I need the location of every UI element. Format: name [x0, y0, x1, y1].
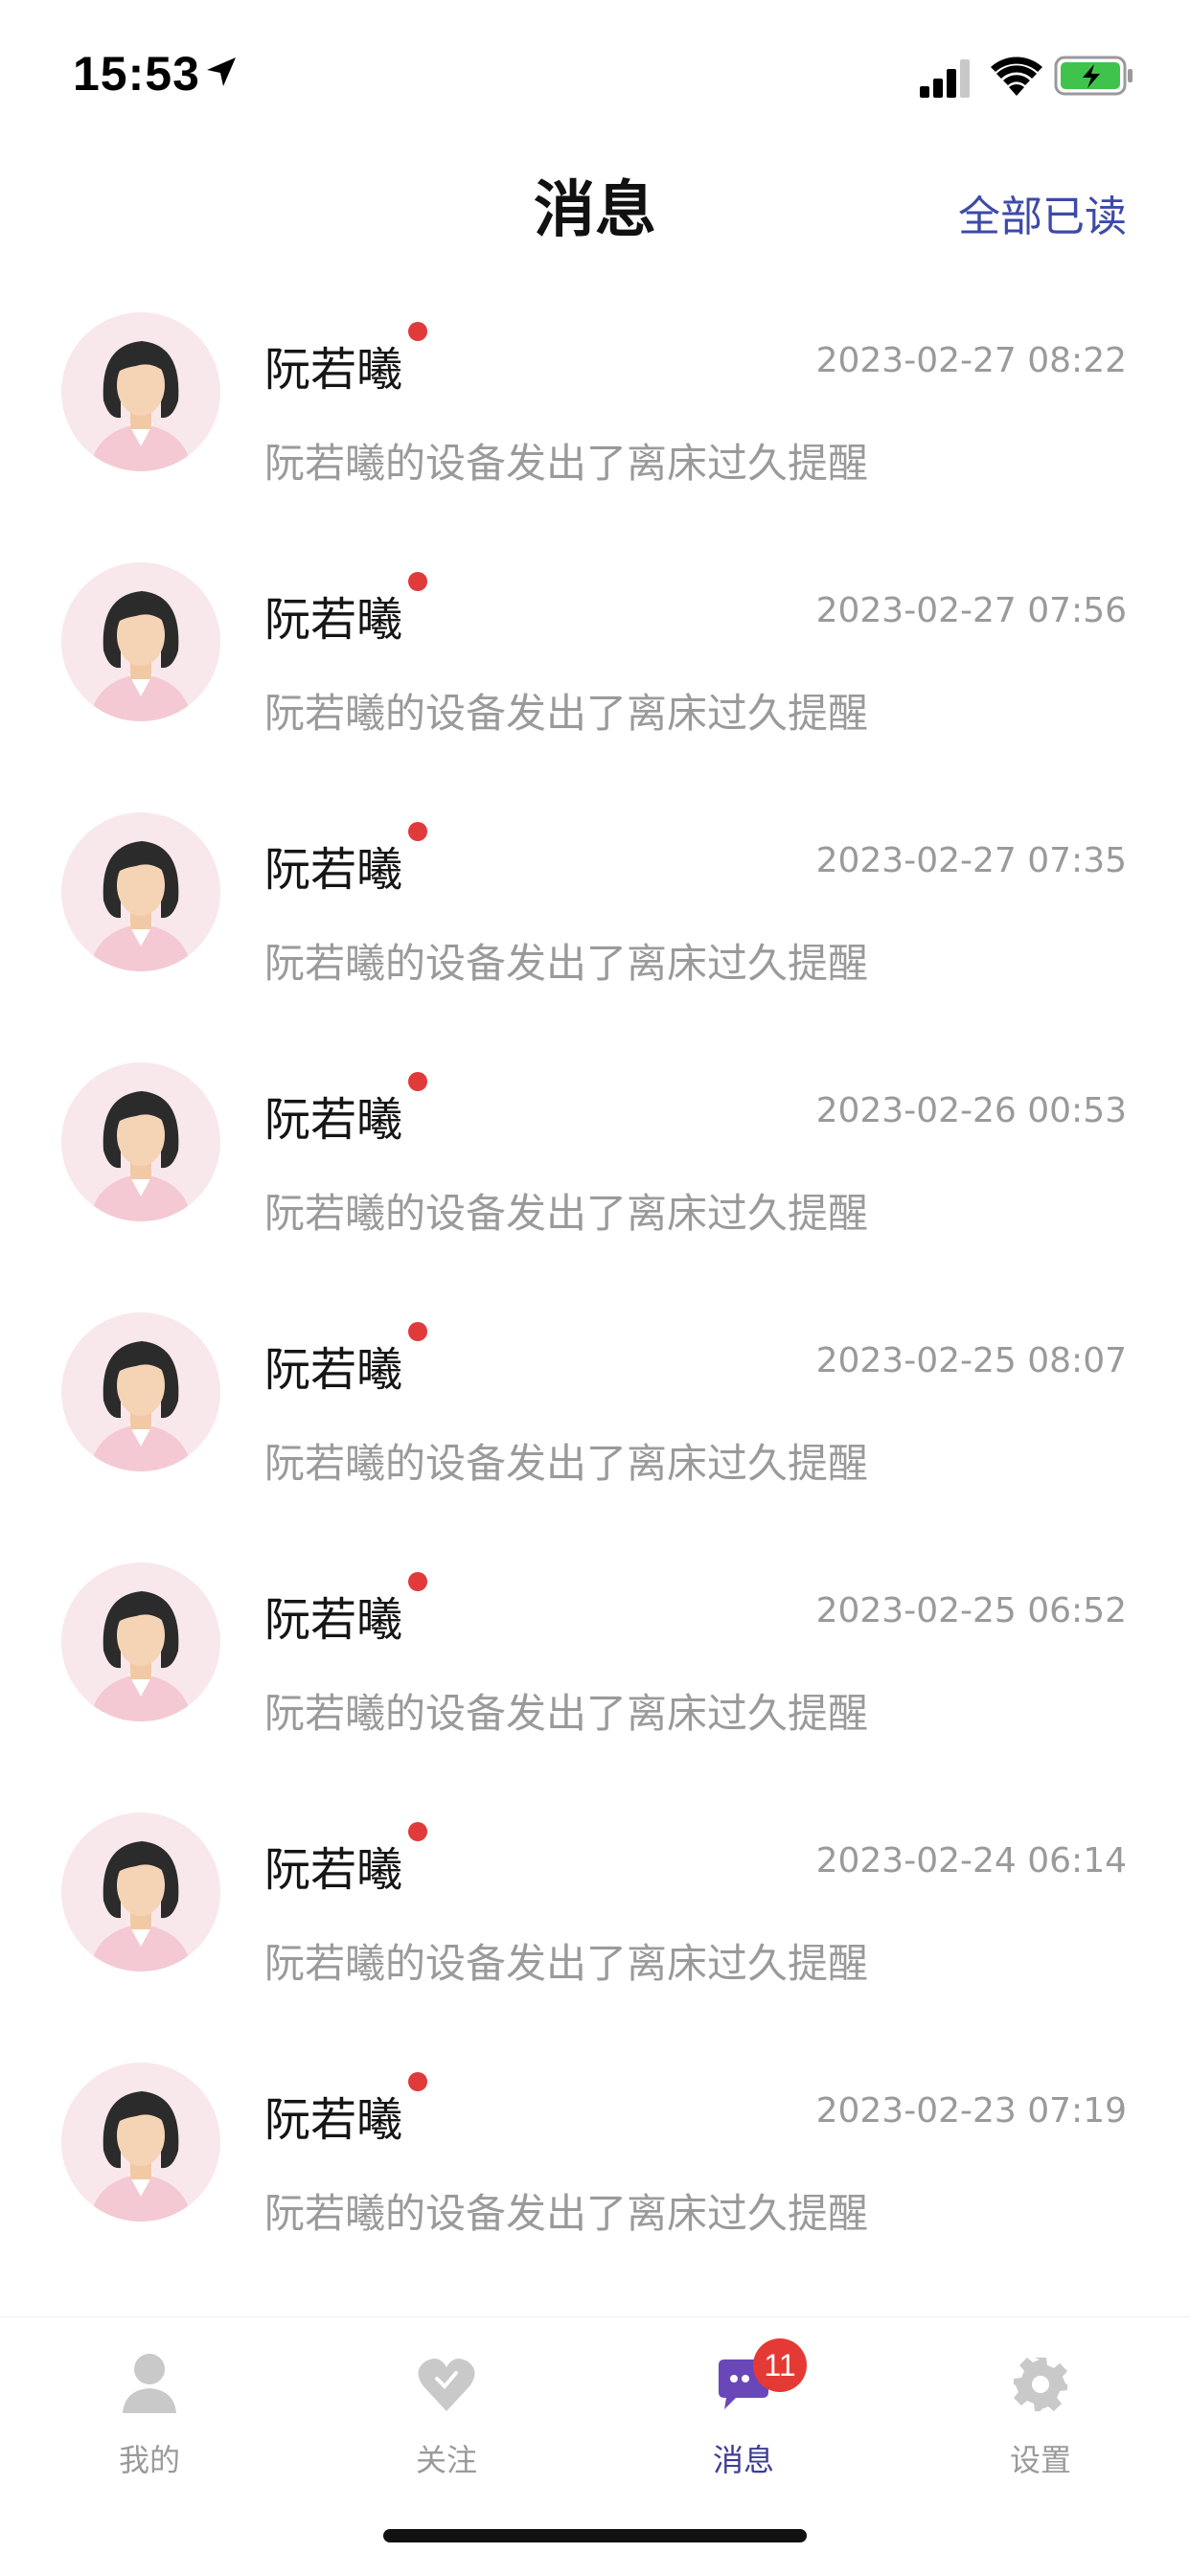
unread-dot: [408, 1322, 427, 1341]
message-preview: 阮若曦的设备发出了离床过久提醒: [264, 440, 869, 487]
message-item[interactable]: 阮若曦 2023-02-24 06:14 阮若曦的设备发出了离床过久提醒: [0, 1788, 1190, 2038]
message-preview: 阮若曦的设备发出了离床过久提醒: [264, 690, 869, 737]
message-timestamp: 2023-02-27 07:56: [815, 591, 1127, 630]
home-indicator: [383, 2529, 807, 2542]
battery-charging-icon: [1054, 56, 1134, 100]
message-timestamp: 2023-02-23 07:19: [815, 2091, 1127, 2131]
tab-label: 关注: [415, 2442, 477, 2478]
avatar: [61, 312, 220, 471]
avatar: [61, 562, 220, 721]
message-sender-name: 阮若曦: [264, 343, 403, 397]
message-preview: 阮若曦的设备发出了离床过久提醒: [264, 1190, 869, 1237]
unread-dot: [408, 1072, 427, 1091]
message-list[interactable]: 阮若曦 2023-02-27 08:22 阮若曦的设备发出了离床过久提醒 阮若曦: [0, 287, 1190, 2318]
message-item[interactable]: 阮若曦 2023-02-27 08:22 阮若曦的设备发出了离床过久提醒: [0, 287, 1190, 537]
unread-dot: [408, 572, 427, 591]
message-item[interactable]: 阮若曦 2023-02-25 06:52 阮若曦的设备发出了离床过久提醒: [0, 1538, 1190, 1788]
avatar: [61, 1062, 220, 1221]
unread-dot: [408, 1572, 427, 1591]
message-preview: 阮若曦的设备发出了离床过久提醒: [264, 2190, 869, 2237]
tab-label: 设置: [1009, 2442, 1071, 2478]
tab-label: 我的: [118, 2442, 180, 2478]
avatar: [61, 1812, 220, 1972]
message-item[interactable]: 阮若曦 2023-02-27 07:56 阮若曦的设备发出了离床过久提醒: [0, 537, 1190, 787]
message-preview: 阮若曦的设备发出了离床过久提醒: [264, 1690, 869, 1737]
message-sender-name: 阮若曦: [264, 1343, 403, 1397]
cellular-signal-icon: [920, 59, 973, 102]
tab-follow[interactable]: 关注: [351, 2350, 542, 2480]
status-time: 15:53: [73, 47, 200, 101]
message-item[interactable]: 阮若曦 2023-02-27 07:35 阮若曦的设备发出了离床过久提醒: [0, 787, 1190, 1037]
tab-label: 消息: [712, 2442, 774, 2478]
message-item[interactable]: 阮若曦 2023-02-23 07:19 阮若曦的设备发出了离床过久提醒: [0, 2038, 1190, 2288]
message-timestamp: 2023-02-27 07:35: [815, 841, 1127, 880]
chat-bubble-icon: [648, 2350, 839, 2419]
unread-dot: [408, 1822, 427, 1841]
mark-all-read-button[interactable]: 全部已读: [958, 182, 1127, 243]
unread-dot: [408, 2072, 427, 2091]
message-sender-name: 阮若曦: [264, 1593, 403, 1647]
location-arrow-icon: [205, 56, 238, 92]
gear-icon: [945, 2350, 1136, 2419]
tab-messages[interactable]: 11 消息: [648, 2338, 839, 2480]
unread-count-badge: 11: [753, 2338, 807, 2392]
avatar: [61, 1562, 220, 1721]
message-preview: 阮若曦的设备发出了离床过久提醒: [264, 940, 869, 987]
message-timestamp: 2023-02-24 06:14: [815, 1841, 1127, 1881]
avatar: [61, 812, 220, 971]
status-bar: 15:53: [0, 0, 1190, 144]
page-header: 消息 全部已读: [0, 144, 1190, 268]
message-item[interactable]: 阮若曦 2023-02-25 08:07 阮若曦的设备发出了离床过久提醒: [0, 1288, 1190, 1538]
message-sender-name: 阮若曦: [264, 593, 403, 647]
message-sender-name: 阮若曦: [264, 2093, 403, 2147]
unread-dot: [408, 322, 427, 341]
message-sender-name: 阮若曦: [264, 1843, 403, 1897]
wifi-icon: [991, 54, 1042, 100]
message-preview: 阮若曦的设备发出了离床过久提醒: [264, 1440, 869, 1487]
person-icon: [54, 2350, 245, 2419]
unread-dot: [408, 822, 427, 841]
message-timestamp: 2023-02-26 00:53: [815, 1091, 1127, 1130]
message-sender-name: 阮若曦: [264, 1093, 403, 1147]
message-sender-name: 阮若曦: [264, 843, 403, 897]
message-item[interactable]: 阮若曦 2023-02-26 00:53 阮若曦的设备发出了离床过久提醒: [0, 1037, 1190, 1288]
tab-profile[interactable]: 我的: [54, 2350, 245, 2480]
message-timestamp: 2023-02-25 06:52: [815, 1591, 1127, 1630]
avatar: [61, 2063, 220, 2222]
message-timestamp: 2023-02-27 08:22: [815, 341, 1127, 380]
heart-icon: [351, 2350, 542, 2419]
avatar: [61, 1312, 220, 1471]
tab-settings[interactable]: 设置: [945, 2350, 1136, 2480]
message-preview: 阮若曦的设备发出了离床过久提醒: [264, 1940, 869, 1987]
message-timestamp: 2023-02-25 08:07: [815, 1341, 1127, 1380]
